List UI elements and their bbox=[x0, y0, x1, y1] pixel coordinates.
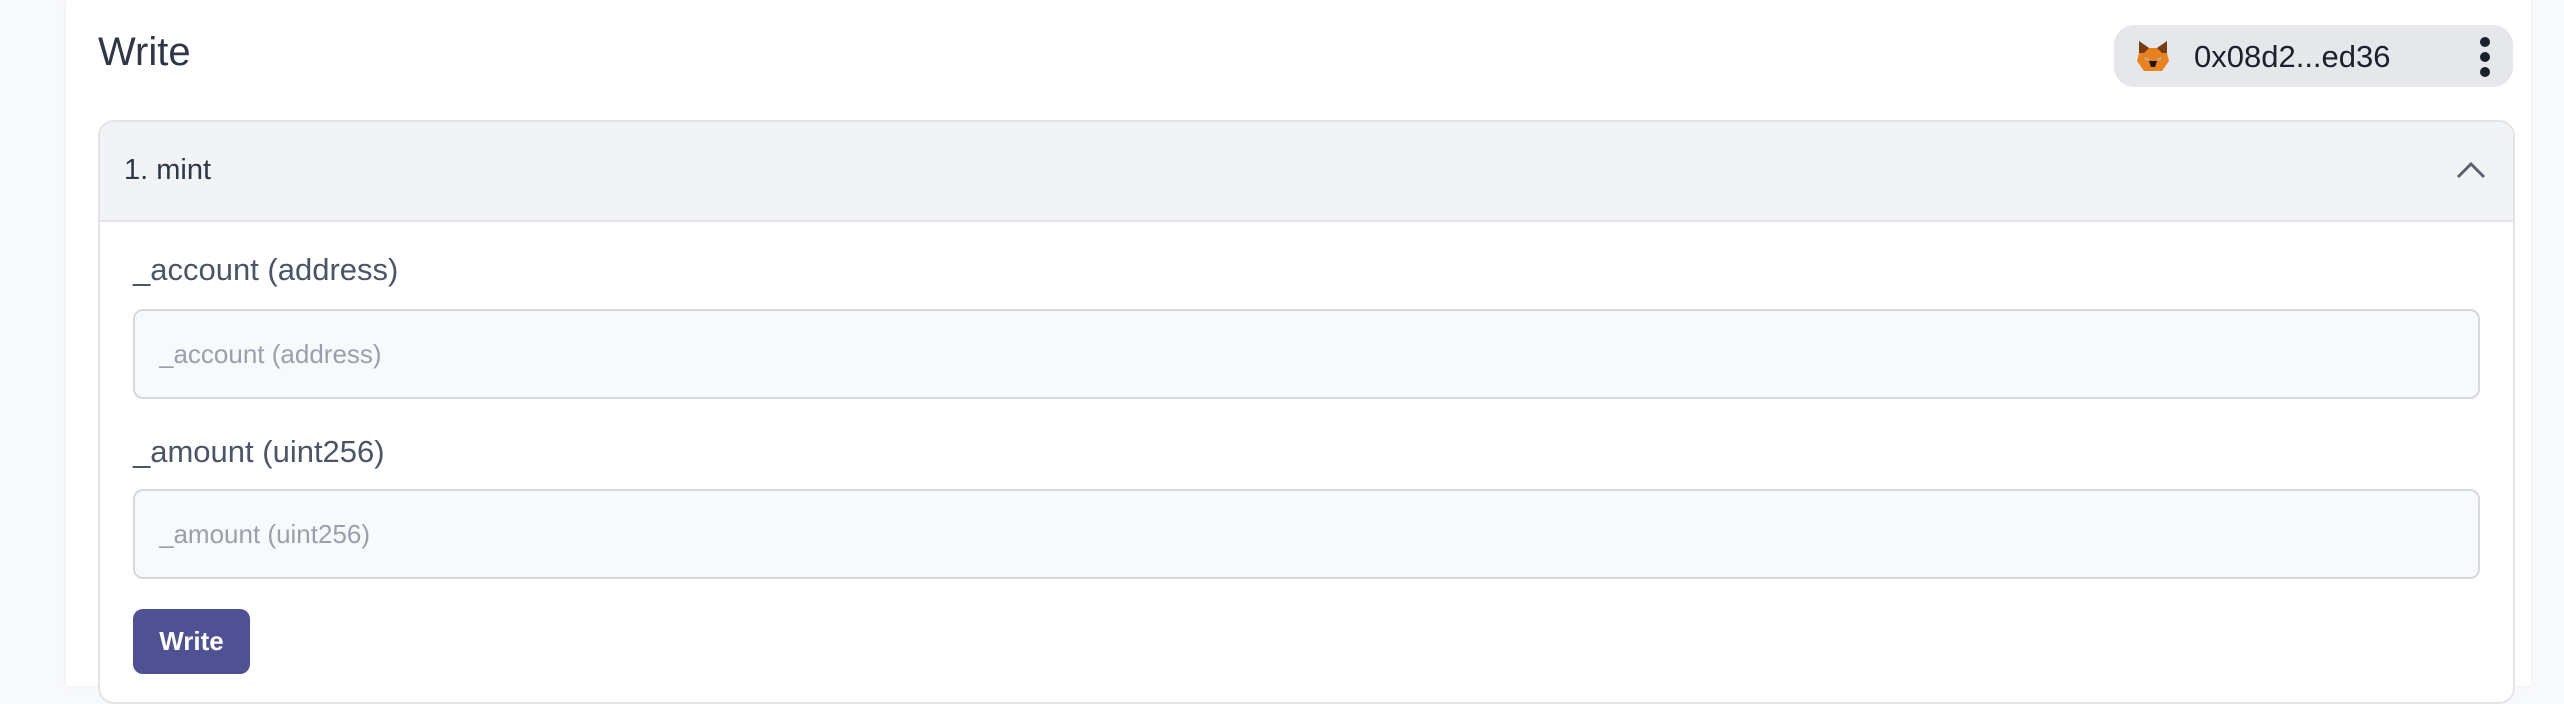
chevron-up-icon[interactable] bbox=[2453, 152, 2489, 188]
function-accordion-mint: 1. mint _account (address) _amount (uint… bbox=[98, 120, 2515, 704]
page-title: Write bbox=[98, 30, 191, 74]
wallet-account-button[interactable]: 0x08d2...ed36 bbox=[2114, 25, 2513, 87]
amount-input[interactable] bbox=[133, 489, 2480, 579]
accordion-title: 1. mint bbox=[124, 154, 212, 186]
metamask-fox-icon bbox=[2137, 41, 2169, 71]
account-input[interactable] bbox=[133, 309, 2480, 399]
write-button[interactable]: Write bbox=[133, 609, 250, 674]
amount-label: _amount (uint256) bbox=[133, 434, 385, 469]
accordion-header[interactable]: 1. mint bbox=[100, 122, 2513, 222]
wallet-address: 0x08d2...ed36 bbox=[2194, 39, 2391, 74]
kebab-menu-icon[interactable] bbox=[2479, 37, 2491, 77]
account-label: _account (address) bbox=[133, 252, 399, 287]
